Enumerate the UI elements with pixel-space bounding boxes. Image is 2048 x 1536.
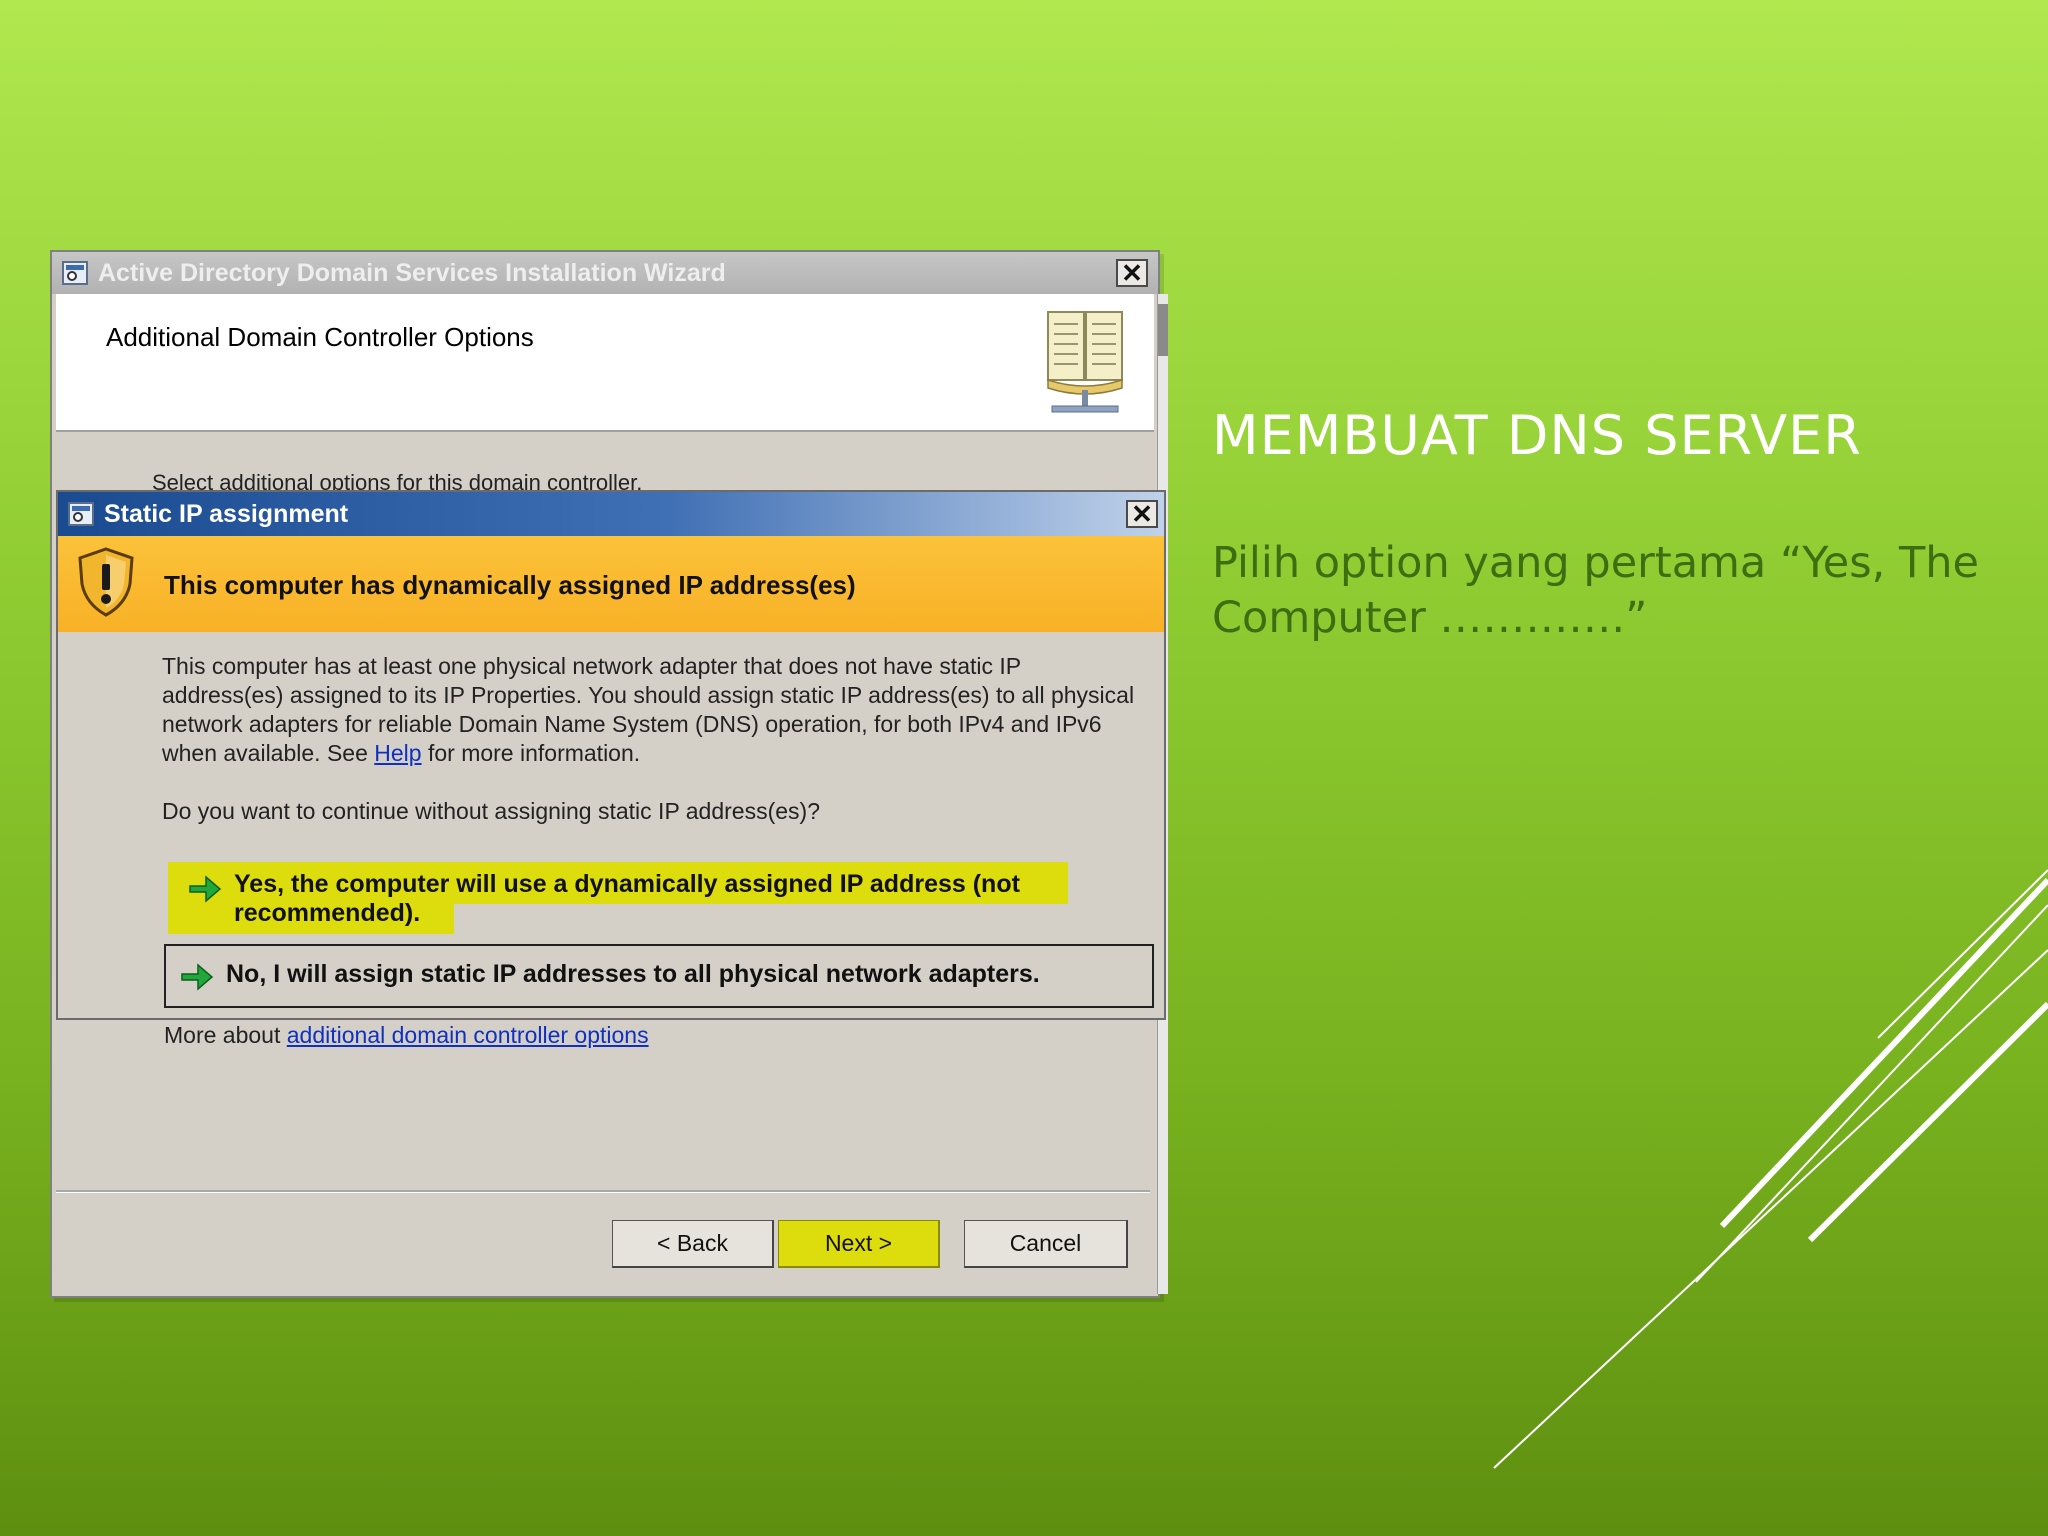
book-icon [1047, 311, 1123, 413]
more-about-prefix: More about [164, 1022, 287, 1048]
dialog-titlebar[interactable]: Static IP assignment ✕ [58, 492, 1164, 536]
app-icon [68, 502, 94, 526]
wizard-close-button[interactable]: ✕ [1116, 259, 1148, 287]
close-icon: ✕ [1131, 499, 1153, 529]
green-arrow-icon [181, 963, 214, 991]
dialog-question: Do you want to continue without assignin… [162, 798, 820, 824]
wizard-page-heading: Additional Domain Controller Options [106, 322, 534, 352]
dialog-title: Static IP assignment [104, 499, 349, 528]
more-about-text: More about additional domain controller … [164, 1022, 649, 1049]
footer-separator [56, 1190, 1150, 1193]
more-options-link[interactable]: additional domain controller options [287, 1022, 649, 1048]
description-text-end: for more information. [421, 740, 641, 766]
description-text: This computer has at least one physical … [162, 653, 1135, 766]
option-yes-label: Yes, the computer will use a dynamically… [234, 870, 1020, 927]
warning-message: This computer has dynamically assigned I… [164, 570, 856, 600]
wizard-title: Active Directory Domain Services Install… [98, 258, 726, 287]
slide-body-text: Pilih option yang pertama “Yes, The Comp… [1212, 538, 1979, 643]
dialog-description: This computer has at least one physical … [162, 652, 1142, 768]
warning-shield-icon [78, 547, 134, 617]
wizard-titlebar[interactable]: Active Directory Domain Services Install… [52, 252, 1158, 294]
option-yes-dynamic-ip[interactable]: Yes, the computer will use a dynamically… [174, 862, 1134, 938]
option-no-label: No, I will assign static IP addresses to… [226, 960, 1040, 988]
app-icon [62, 261, 88, 285]
next-button[interactable]: Next > [778, 1220, 940, 1268]
help-link[interactable]: Help [374, 740, 421, 766]
warning-banner: This computer has dynamically assigned I… [58, 536, 1164, 632]
close-icon: ✕ [1121, 258, 1143, 288]
scrollbar-thumb[interactable] [1158, 304, 1168, 356]
green-arrow-icon [189, 875, 222, 903]
cancel-button[interactable]: Cancel [964, 1220, 1128, 1268]
static-ip-dialog: Static IP assignment ✕ This computer has… [56, 490, 1166, 1020]
dialog-close-button[interactable]: ✕ [1126, 500, 1158, 528]
option-no-static-ip[interactable]: No, I will assign static IP addresses to… [164, 944, 1154, 1008]
slide-title: MEMBUAT DNS SERVER [1212, 404, 1862, 467]
back-button[interactable]: < Back [612, 1220, 774, 1268]
wizard-header: Additional Domain Controller Options [56, 294, 1154, 432]
